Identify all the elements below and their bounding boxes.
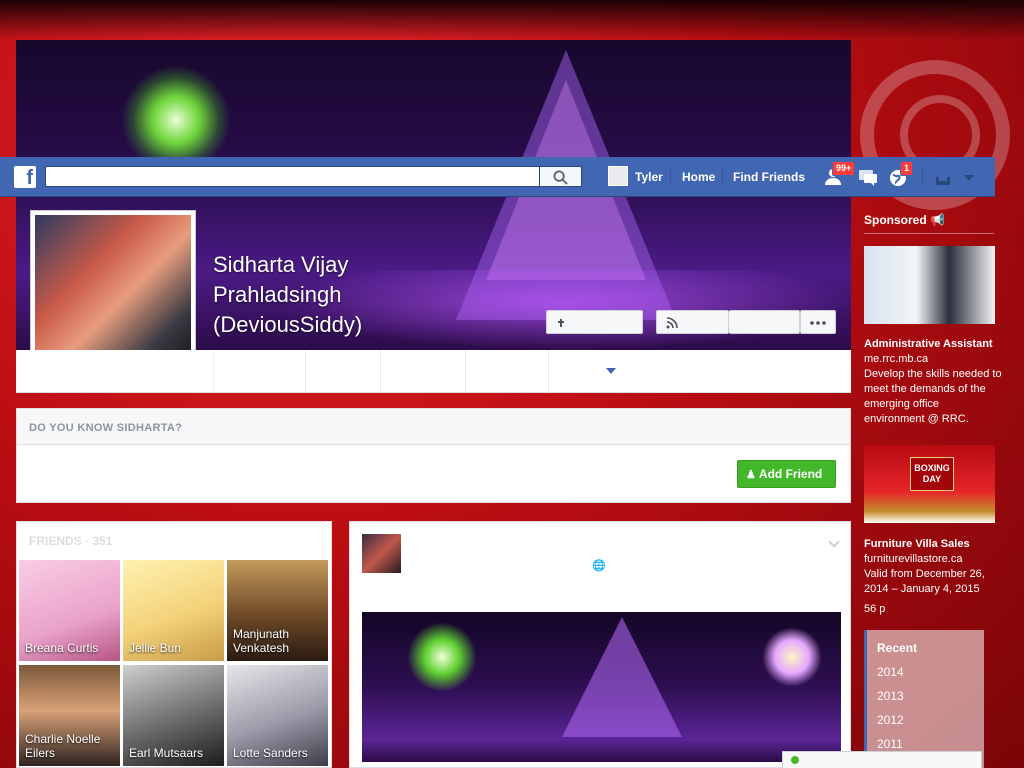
- sponsored-title[interactable]: Sponsored 📢: [864, 213, 945, 227]
- friend-tile[interactable]: Manjunath Venkatesh: [227, 560, 328, 661]
- search-icon: [553, 170, 568, 185]
- post-photo[interactable]: [362, 612, 841, 762]
- ad-title: Furniture Villa Sales: [864, 538, 970, 550]
- tab-more[interactable]: [548, 350, 632, 393]
- add-friend-icon: ♟: [746, 469, 759, 481]
- notifications-button[interactable]: 1: [887, 161, 914, 188]
- profile-link[interactable]: Tyler: [635, 170, 663, 184]
- chat-sidebar-tab[interactable]: [782, 751, 982, 768]
- divider: [722, 168, 723, 186]
- tab-timeline[interactable]: [213, 350, 305, 393]
- ad-body: Valid from December 26, 2014 – January 4…: [864, 568, 985, 595]
- post-author-avatar[interactable]: [362, 534, 401, 573]
- divider: [922, 168, 923, 186]
- follow-button[interactable]: [656, 310, 729, 334]
- search-input[interactable]: [45, 166, 540, 187]
- privacy-shortcuts-button[interactable]: [934, 166, 956, 188]
- timeline-post: 🌐: [349, 521, 851, 768]
- find-friends-link[interactable]: Find Friends: [733, 170, 805, 184]
- ad-body: Develop the skills needed to meet the de…: [864, 368, 1002, 425]
- friend-name: Jellie Bun: [129, 641, 182, 655]
- profile-tab-bar: [16, 350, 851, 393]
- friend-tile[interactable]: Lotte Sanders: [227, 665, 328, 766]
- background-shade: [0, 0, 1024, 40]
- ad-image-office[interactable]: [864, 246, 995, 324]
- divider: [670, 168, 671, 186]
- more-icon: [810, 321, 826, 325]
- messages-icon: [859, 170, 877, 186]
- post-options-chevron-icon[interactable]: [828, 536, 840, 548]
- banner-text: DAY: [922, 474, 942, 484]
- user-avatar[interactable]: [608, 166, 628, 186]
- recent-title[interactable]: Recent: [867, 630, 984, 660]
- profile-name-line: Prahladsingh: [213, 282, 342, 307]
- profile-photo-image: [35, 215, 191, 371]
- ad-likes: 56 p: [864, 603, 886, 615]
- profile-name-line: Sidharta Vijay: [213, 252, 349, 277]
- year-link[interactable]: 2013: [867, 684, 984, 708]
- divider: [864, 233, 994, 234]
- tab-about[interactable]: [305, 350, 380, 393]
- public-globe-icon[interactable]: 🌐: [592, 559, 606, 572]
- search-button[interactable]: [540, 166, 582, 187]
- friend-tile[interactable]: Breana Curtis: [19, 560, 120, 661]
- friend-requests-badge: 99+: [832, 161, 856, 176]
- friends-box: Friends · 351 Breana Curtis Jellie Bun M…: [16, 521, 332, 768]
- friend-tile[interactable]: Jellie Bun: [123, 560, 224, 661]
- ad-administrative-assistant[interactable]: Administrative Assistant me.rrc.mb.ca De…: [864, 337, 1002, 427]
- friend-name: Manjunath Venkatesh: [233, 627, 290, 655]
- rss-icon: [666, 317, 678, 329]
- online-status-icon: [791, 756, 799, 764]
- do-you-know-panel: [16, 445, 851, 503]
- tab-friends[interactable]: [380, 350, 465, 393]
- facebook-logo-icon[interactable]: f: [14, 166, 36, 189]
- account-menu-caret-icon[interactable]: [964, 175, 974, 181]
- tab-photos[interactable]: [465, 350, 548, 393]
- boxing-day-banner: BOXING DAY: [910, 457, 954, 491]
- friend-name: Breana Curtis: [25, 641, 99, 655]
- messages-button[interactable]: [857, 166, 879, 188]
- message-button[interactable]: [729, 310, 800, 334]
- add-friend-button[interactable]: ♟ Add Friend: [737, 460, 836, 488]
- friend-name: Lotte Sanders: [233, 746, 308, 760]
- lock-icon: [936, 177, 950, 185]
- ad-domain: me.rrc.mb.ca: [864, 353, 929, 365]
- friend-tile[interactable]: Charlie Noelle Eilers: [19, 665, 120, 766]
- christmas-tree-decoration: [562, 617, 682, 737]
- top-navigation-bar: f Tyler Home Find Friends 99+ 1: [0, 157, 995, 197]
- add-friend-cover-button[interactable]: [546, 310, 643, 334]
- add-friend-icon: [558, 319, 564, 327]
- friend-requests-button[interactable]: 99+: [824, 161, 856, 188]
- add-friend-label: Add Friend: [758, 467, 823, 481]
- ad-furniture-villa[interactable]: Furniture Villa Sales furniturevillastor…: [864, 537, 1002, 621]
- profile-alternate-name: (DeviousSiddy): [213, 312, 363, 337]
- friend-tile[interactable]: Earl Mutsaars: [123, 665, 224, 766]
- sponsored-label: Sponsored: [864, 213, 927, 227]
- ad-domain: furniturevillastore.ca: [864, 553, 963, 565]
- notifications-badge: 1: [900, 161, 914, 176]
- home-link[interactable]: Home: [682, 170, 715, 184]
- friend-name: Earl Mutsaars: [129, 746, 204, 760]
- more-options-button[interactable]: [800, 310, 836, 334]
- more-caret-icon[interactable]: [606, 368, 616, 374]
- friends-header[interactable]: Friends · 351: [29, 534, 112, 548]
- firework-decoration: [762, 627, 822, 687]
- year-link[interactable]: 2014: [867, 660, 984, 684]
- firework-decoration: [407, 622, 477, 692]
- ad-image-boxing-day[interactable]: BOXING DAY: [864, 445, 995, 523]
- recent-years-nav: Recent 2014 2013 2012 2011: [864, 630, 984, 768]
- friend-name: Charlie Noelle Eilers: [25, 732, 101, 760]
- year-link[interactable]: 2012: [867, 708, 984, 732]
- megaphone-icon: 📢: [930, 213, 945, 227]
- profile-name[interactable]: Sidharta Vijay Prahladsingh (DeviousSidd…: [213, 250, 362, 340]
- banner-text: BOXING: [914, 463, 950, 473]
- ad-title: Administrative Assistant: [864, 338, 993, 350]
- do-you-know-header: Do you know Sidharta?: [16, 408, 851, 445]
